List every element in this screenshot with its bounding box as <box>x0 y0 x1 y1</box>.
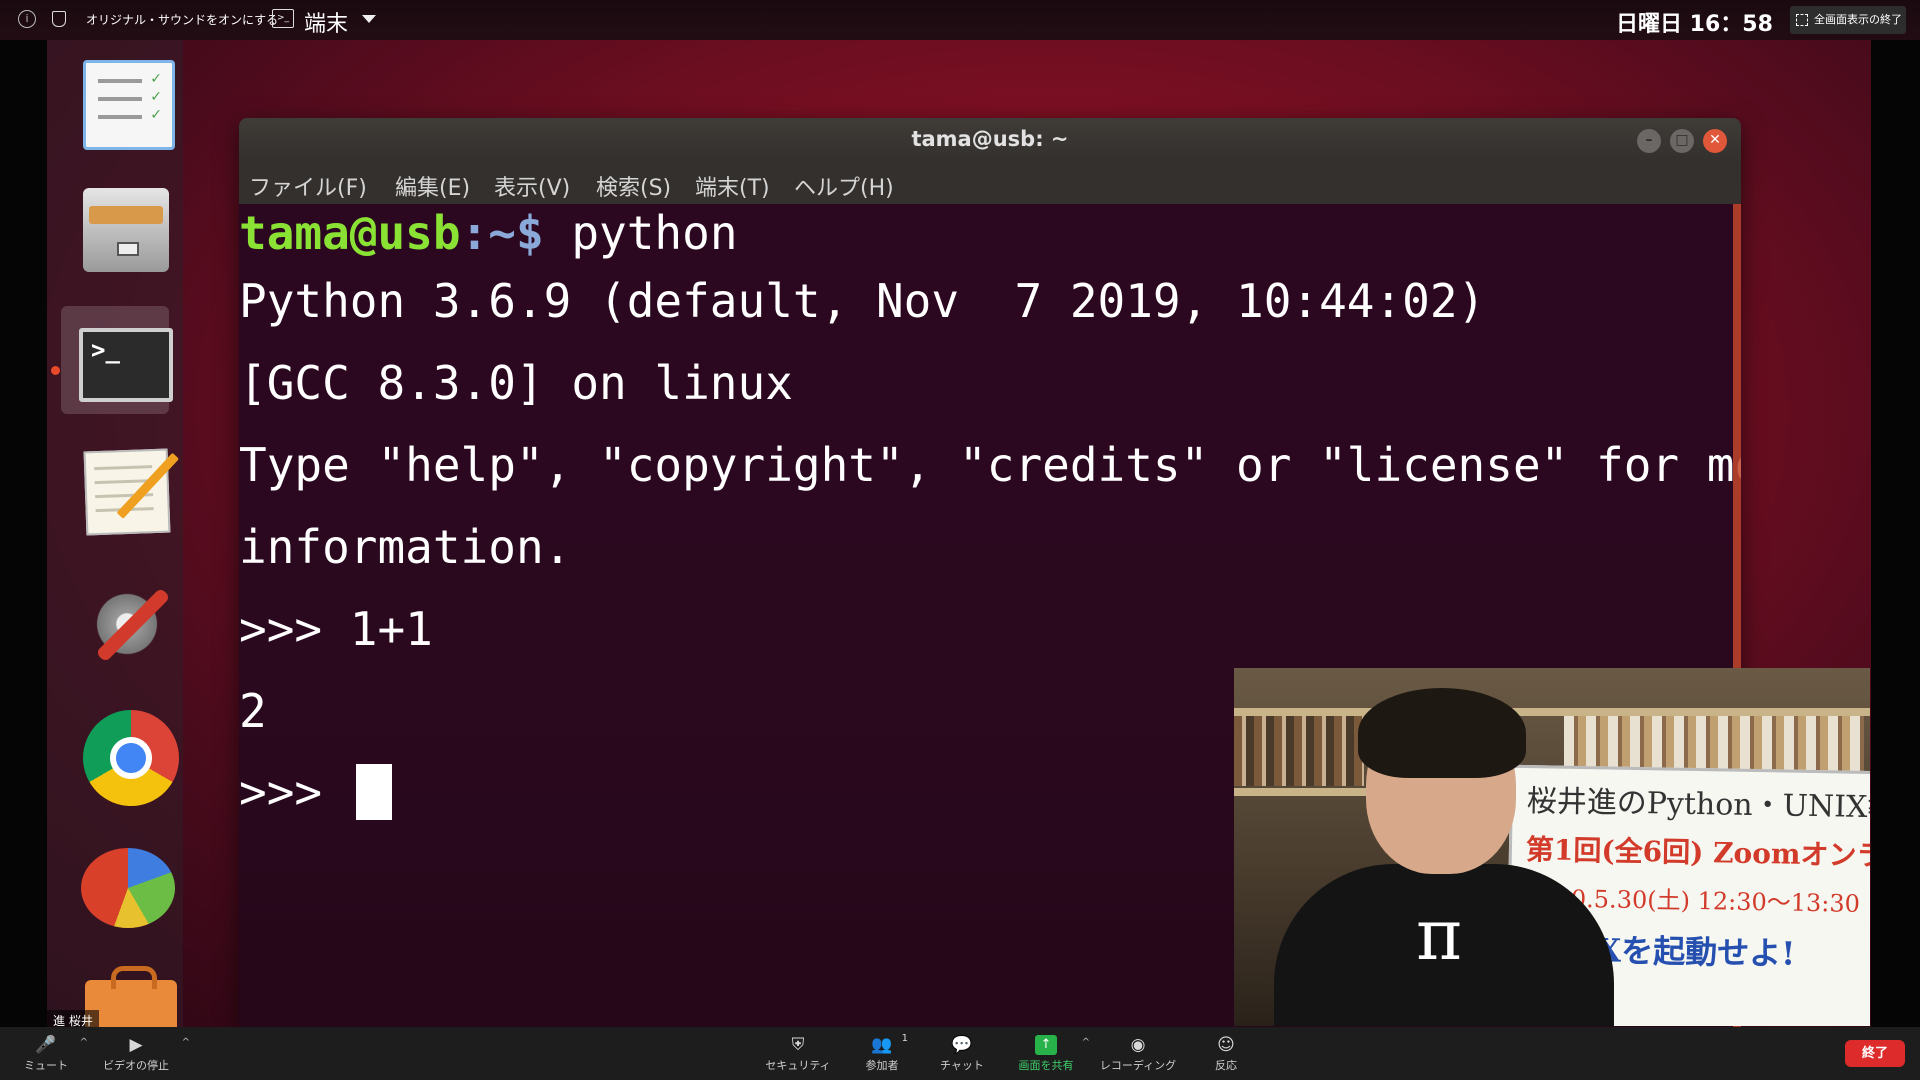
stop-video-label: ビデオの停止 <box>103 1059 169 1072</box>
running-indicator <box>51 366 60 375</box>
prompt-user: tama@usb <box>239 206 461 260</box>
meeting-toolbar: 🎤 ミュート ^ ▶ ビデオの停止 ^ ⛨ セキュリティ 👥 1 参加者 💬 チ… <box>0 1027 1920 1080</box>
exit-fullscreen-icon <box>1796 14 1808 26</box>
active-app-menu[interactable]: 端末 <box>304 6 348 38</box>
terminal-app-icon: >_ <box>272 9 294 28</box>
participants-button[interactable]: 👥 1 参加者 <box>860 1027 909 1080</box>
shield-icon <box>52 11 66 27</box>
share-arrow-icon: ↑ <box>1035 1035 1057 1055</box>
launcher-item-chrome[interactable] <box>61 694 179 806</box>
original-sound-toggle[interactable]: オリジナル・サウンドをオンにする <box>86 11 278 28</box>
shirt-pi-symbol: π <box>1416 894 1463 976</box>
clock[interactable]: 日曜日 16：58 <box>1616 6 1773 38</box>
caret-down-icon[interactable] <box>362 15 376 23</box>
books <box>1234 716 1364 786</box>
todo-list-icon: ✓ ✓ ✓ <box>83 60 175 150</box>
text-editor-icon <box>83 448 180 536</box>
mute-label: ミュート <box>24 1059 68 1072</box>
caret-up-icon[interactable]: ^ <box>182 1037 190 1048</box>
launcher-item-files[interactable] <box>61 172 169 280</box>
top-bar: i オリジナル・サウンドをオンにする >_ 端末 日曜日 16：58 全画面表示… <box>0 0 1920 40</box>
output-line: Python 3.6.9 (default, Nov 7 2019, 10:44… <box>239 274 1486 328</box>
menu-view[interactable]: 表示(V) <box>494 170 570 202</box>
output-line: 2 <box>239 684 267 738</box>
chat-button[interactable]: 💬 チャット <box>936 1027 988 1080</box>
menu-terminal[interactable]: 端末(T) <box>695 170 770 202</box>
file-cabinet-icon <box>83 188 169 272</box>
participants-label: 参加者 <box>865 1059 899 1072</box>
launcher-item-disk-usage[interactable] <box>61 832 175 940</box>
chat-label: チャット <box>940 1059 984 1072</box>
video-camera-icon: ▶ <box>129 1035 143 1055</box>
caret-up-icon[interactable]: ^ <box>1082 1037 1090 1048</box>
menu-help[interactable]: ヘルプ(H) <box>794 170 894 202</box>
pie-chart-icon <box>81 848 175 928</box>
terminal-menubar: ファイル(F) 編集(E) 表示(V) 検索(S) 端末(T) ヘルプ(H) <box>239 162 1741 204</box>
mute-button[interactable]: 🎤 ミュート ^ <box>20 1027 88 1080</box>
launcher-item-system-tools[interactable] <box>61 566 171 674</box>
whiteboard-session: 第1回(全6回) Zoomオンライン <box>1525 833 1870 874</box>
output-line: Type "help", "copyright", "credits" or "… <box>239 438 1741 492</box>
prompt-path: :~$ <box>460 206 544 260</box>
bookshelf <box>1234 708 1870 716</box>
stop-video-button[interactable]: ▶ ビデオの停止 ^ <box>98 1027 190 1080</box>
security-label: セキュリティ <box>765 1059 831 1072</box>
presenter-hair <box>1358 688 1526 778</box>
gear-wrench-icon <box>87 584 171 664</box>
repl-input-line: >>> <box>239 764 392 824</box>
window-titlebar[interactable]: tama@usb: ~ – □ ✕ <box>239 118 1741 162</box>
recording-button[interactable]: ◉ レコーディング <box>1098 1027 1178 1080</box>
launcher: ✓ ✓ ✓ >_ <box>47 40 183 1040</box>
chat-bubble-icon: 💬 <box>951 1035 973 1055</box>
record-icon: ◉ <box>1130 1035 1146 1055</box>
whiteboard-title: 桜井進のPython・UNIX教室 <box>1526 784 1870 827</box>
output-line: [GCC 8.3.0] on linux <box>239 356 793 410</box>
repl-prompt: >>> <box>239 765 350 819</box>
reactions-label: 反応 <box>1215 1059 1237 1072</box>
exit-fullscreen-button[interactable]: 全画面表示の終了 <box>1790 6 1906 34</box>
participants-icon: 👥 <box>871 1035 893 1055</box>
launcher-item-terminal[interactable]: >_ <box>61 306 173 414</box>
shield-icon: ⛨ <box>791 1035 805 1055</box>
menu-edit[interactable]: 編集(E) <box>395 170 470 202</box>
launcher-item-todo[interactable]: ✓ ✓ ✓ <box>61 46 175 154</box>
end-meeting-button[interactable]: 終了 <box>1845 1040 1905 1067</box>
menu-file[interactable]: ファイル(F) <box>249 170 367 202</box>
share-screen-label: 画面を共有 <box>1018 1059 1074 1072</box>
menu-search[interactable]: 検索(S) <box>596 170 671 202</box>
command-text: python <box>543 206 738 260</box>
chrome-icon <box>83 710 179 806</box>
launcher-item-text-editor[interactable] <box>61 436 180 544</box>
caret-up-icon[interactable]: ^ <box>80 1037 88 1048</box>
minimize-button[interactable]: – <box>1637 129 1661 153</box>
text-cursor <box>355 764 392 820</box>
webcam-video[interactable]: 桜井進のPython・UNIX教室 第1回(全6回) Zoomオンライン 202… <box>1234 668 1870 1026</box>
microphone-icon: 🎤 <box>35 1035 57 1055</box>
output-line: information. <box>239 520 572 574</box>
exit-fullscreen-label: 全画面表示の終了 <box>1814 13 1902 26</box>
recording-label: レコーディング <box>1099 1059 1177 1072</box>
participants-count: 1 <box>901 1033 908 1044</box>
close-button[interactable]: ✕ <box>1703 129 1727 153</box>
output-line: >>> 1+1 <box>239 602 433 656</box>
reactions-button[interactable]: ☺ 反応 <box>1204 1027 1248 1080</box>
terminal-icon: >_ <box>79 328 173 402</box>
smiley-plus-icon: ☺ <box>1217 1035 1235 1055</box>
info-icon[interactable]: i <box>18 10 36 28</box>
maximize-button[interactable]: □ <box>1670 129 1694 153</box>
window-title: tama@usb: ~ <box>911 127 1069 151</box>
share-screen-button[interactable]: ↑ 画面を共有 ^ <box>1018 1027 1090 1080</box>
security-button[interactable]: ⛨ セキュリティ <box>762 1027 834 1080</box>
command-line: tama@usb:~$ python <box>239 206 738 266</box>
